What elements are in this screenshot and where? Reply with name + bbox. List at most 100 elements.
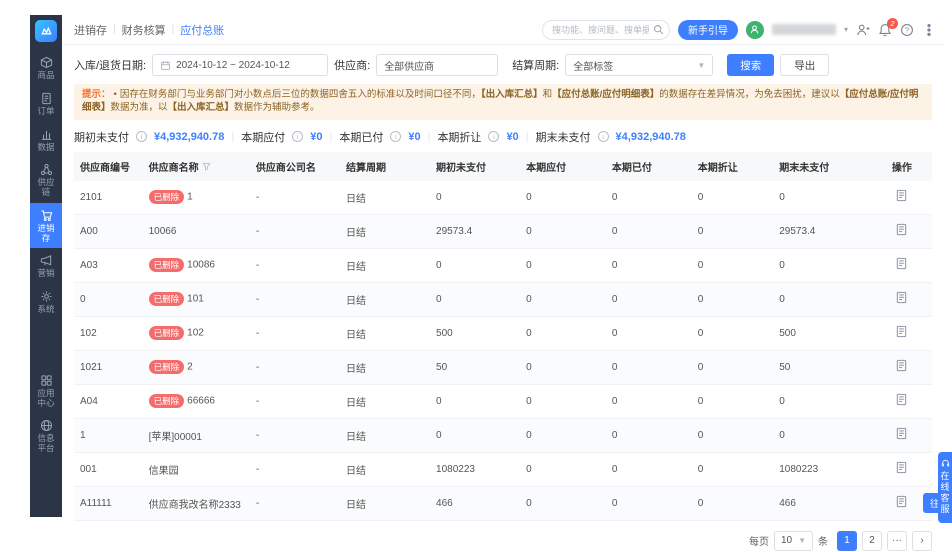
sidebar-item-data[interactable]: 数据 bbox=[30, 122, 62, 158]
col-supplier-name: 供应商名称 bbox=[142, 151, 250, 181]
bill-detail-icon[interactable] bbox=[895, 359, 908, 372]
cell-discount: 0 bbox=[691, 350, 774, 385]
guide-button[interactable]: 新手引导 bbox=[677, 19, 738, 40]
deleted-tag: 已删除 bbox=[148, 360, 185, 375]
date-range-picker[interactable]: 2024-10-12 ~ 2024-10-12 bbox=[152, 54, 329, 76]
sidebar-item-marketing[interactable]: 营销 bbox=[30, 248, 62, 284]
notification-badge: 2 bbox=[887, 17, 898, 29]
bill-detail-icon[interactable] bbox=[895, 461, 908, 474]
info-icon[interactable]: i bbox=[136, 131, 147, 143]
bill-detail-icon[interactable] bbox=[895, 495, 908, 508]
sidebar-item-inventory[interactable]: 进销存 bbox=[30, 202, 62, 249]
supplier-name-text: 10086 bbox=[187, 259, 215, 271]
per-page-select[interactable]: 10 ▼ bbox=[773, 530, 813, 551]
table-row[interactable]: A00 10066- 日结 29573.4 0 0 0 29573.4 bbox=[74, 214, 932, 249]
supplier-name-text: 10066 bbox=[148, 225, 177, 237]
cell-end-unpaid: 50 bbox=[773, 350, 872, 385]
data-icon bbox=[40, 128, 53, 141]
table-row[interactable]: 1 [苹果]00001- 日结 0 0 0 0 0 bbox=[74, 418, 932, 453]
notification-bell-icon[interactable]: 2 bbox=[878, 17, 898, 37]
page-more-button[interactable]: ··· bbox=[887, 530, 907, 551]
table-row[interactable]: A04 已删除 66666- 日结 0 0 0 0 0 bbox=[74, 384, 932, 419]
col-actions: 操作 bbox=[871, 151, 932, 181]
global-search bbox=[541, 19, 670, 40]
cell-paid: 0 bbox=[605, 248, 692, 283]
sidebar-item-info-platform[interactable]: 信息平台 bbox=[30, 413, 62, 459]
summary-value: ¥4,932,940.78 bbox=[615, 130, 686, 143]
search-button[interactable]: 搜索 bbox=[727, 54, 775, 76]
table-row[interactable]: 001 信果园 - 日结 1080223 0 0 0 1080223 bbox=[74, 452, 932, 487]
bill-detail-icon[interactable] bbox=[895, 257, 908, 270]
cell-cycle: 日结 bbox=[339, 486, 431, 521]
sidebar-item-order[interactable]: 订单 bbox=[30, 86, 62, 122]
page-next-button[interactable]: › bbox=[912, 530, 932, 551]
sidebar-item-label: 数据 bbox=[37, 141, 55, 152]
main-area: 进销存 | 财务核算 | 应付总账 新手引导 ▾ bbox=[62, 15, 952, 551]
page-button-1[interactable]: 1 bbox=[837, 530, 857, 551]
bill-detail-icon[interactable] bbox=[895, 427, 908, 440]
breadcrumb-item[interactable]: 财务核算 bbox=[122, 22, 166, 38]
bill-detail-icon[interactable] bbox=[895, 223, 908, 236]
deleted-tag: 已删除 bbox=[148, 292, 185, 307]
cell-cycle: 日结 bbox=[339, 384, 431, 419]
cycle-select[interactable]: 全部标签 ▼ bbox=[565, 54, 714, 76]
chevron-down-icon[interactable]: ▾ bbox=[844, 25, 848, 34]
cell-supplier-name: 已删除 1 bbox=[142, 180, 250, 215]
info-icon[interactable]: i bbox=[292, 131, 304, 143]
info-icon[interactable]: i bbox=[488, 131, 500, 143]
sidebar-item-app-center[interactable]: 应用中心 bbox=[30, 368, 62, 414]
bill-detail-icon[interactable] bbox=[895, 189, 908, 202]
info-icon[interactable]: i bbox=[390, 131, 402, 143]
table-row[interactable]: 0 已删除 101- 日结 0 0 0 0 0 bbox=[74, 282, 932, 317]
summary-label: 期初未支付 bbox=[74, 131, 129, 144]
app-logo[interactable] bbox=[35, 20, 57, 42]
avatar[interactable] bbox=[745, 20, 764, 39]
sidebar-item-supply-chain[interactable]: 供应链 bbox=[30, 157, 62, 203]
bill-detail-icon[interactable] bbox=[895, 325, 908, 338]
sidebar-item-system[interactable]: 系统 bbox=[30, 284, 62, 320]
cell-supplier-no: 1021 bbox=[74, 350, 143, 385]
more-menu-icon[interactable] bbox=[922, 23, 936, 37]
summary-separator: | bbox=[231, 130, 235, 143]
cell-cycle: 日结 bbox=[339, 316, 431, 351]
support-tab[interactable]: 在线客服 bbox=[938, 452, 952, 523]
breadcrumb-item[interactable]: 应付总账 bbox=[180, 22, 224, 38]
cell-paid: 0 bbox=[605, 180, 692, 215]
table-row[interactable]: 2101 已删除 1- 日结 0 0 0 0 0 bbox=[74, 180, 932, 215]
supplier-input[interactable] bbox=[376, 54, 499, 76]
date-filter-label: 入库/退货日期: bbox=[74, 60, 147, 72]
cell-discount: 0 bbox=[691, 486, 774, 521]
bill-detail-icon[interactable] bbox=[895, 291, 908, 304]
search-icon[interactable] bbox=[653, 24, 664, 35]
sidebar-item-goods[interactable]: 商品 bbox=[30, 50, 62, 86]
breadcrumb: 进销存 | 财务核算 | 应付总账 bbox=[74, 22, 224, 38]
table-row[interactable]: A03 已删除 10086- 日结 0 0 0 0 0 bbox=[74, 248, 932, 283]
table-row[interactable]: 1021 已删除 2- 日结 50 0 0 0 50 bbox=[74, 350, 932, 385]
supplier-name-text: 信果园 bbox=[148, 465, 179, 477]
bill-detail-icon[interactable] bbox=[895, 393, 908, 406]
breadcrumb-item[interactable]: 进销存 bbox=[74, 22, 107, 38]
sidebar-item-label: 订单 bbox=[37, 105, 55, 116]
global-search-input[interactable] bbox=[541, 19, 670, 40]
table-row[interactable]: A11111供应商我改名称2333-日结466000466往来 bbox=[74, 486, 952, 521]
sidebar: 商品订单数据供应链 进销存 营销 系统 应用中心 信息平台 bbox=[30, 15, 62, 517]
cell-actions bbox=[871, 384, 932, 419]
cell-paid: 0 bbox=[605, 418, 692, 453]
cell-company-name: - bbox=[249, 418, 340, 453]
cell-end-unpaid: 0 bbox=[773, 248, 872, 283]
cell-end-unpaid: 0 bbox=[773, 180, 872, 215]
help-icon[interactable]: ? bbox=[900, 23, 914, 37]
cell-supplier-name: 供应商我改名称2333 bbox=[142, 486, 250, 521]
filter-funnel-icon[interactable] bbox=[202, 162, 211, 171]
chevron-down-icon: ▼ bbox=[798, 536, 806, 546]
table-row[interactable]: 102 已删除 102- 日结 500 0 0 0 500 bbox=[74, 316, 932, 351]
support-tab-label: 在线客服 bbox=[939, 471, 950, 515]
info-icon[interactable]: i bbox=[597, 131, 609, 143]
invite-user-icon[interactable] bbox=[856, 23, 870, 37]
page-button-2[interactable]: 2 bbox=[862, 530, 882, 551]
cell-supplier-name: [苹果]00001 bbox=[142, 418, 250, 453]
cell-payable: 0 bbox=[520, 248, 606, 283]
table-header-row: 供应商编号 供应商名称 供应商公司名 结算周期 期初未支付 本期应付 本期已付 … bbox=[74, 151, 932, 181]
date-range-value: 2024-10-12 ~ 2024-10-12 bbox=[176, 59, 290, 71]
export-button[interactable]: 导出 bbox=[780, 54, 830, 76]
